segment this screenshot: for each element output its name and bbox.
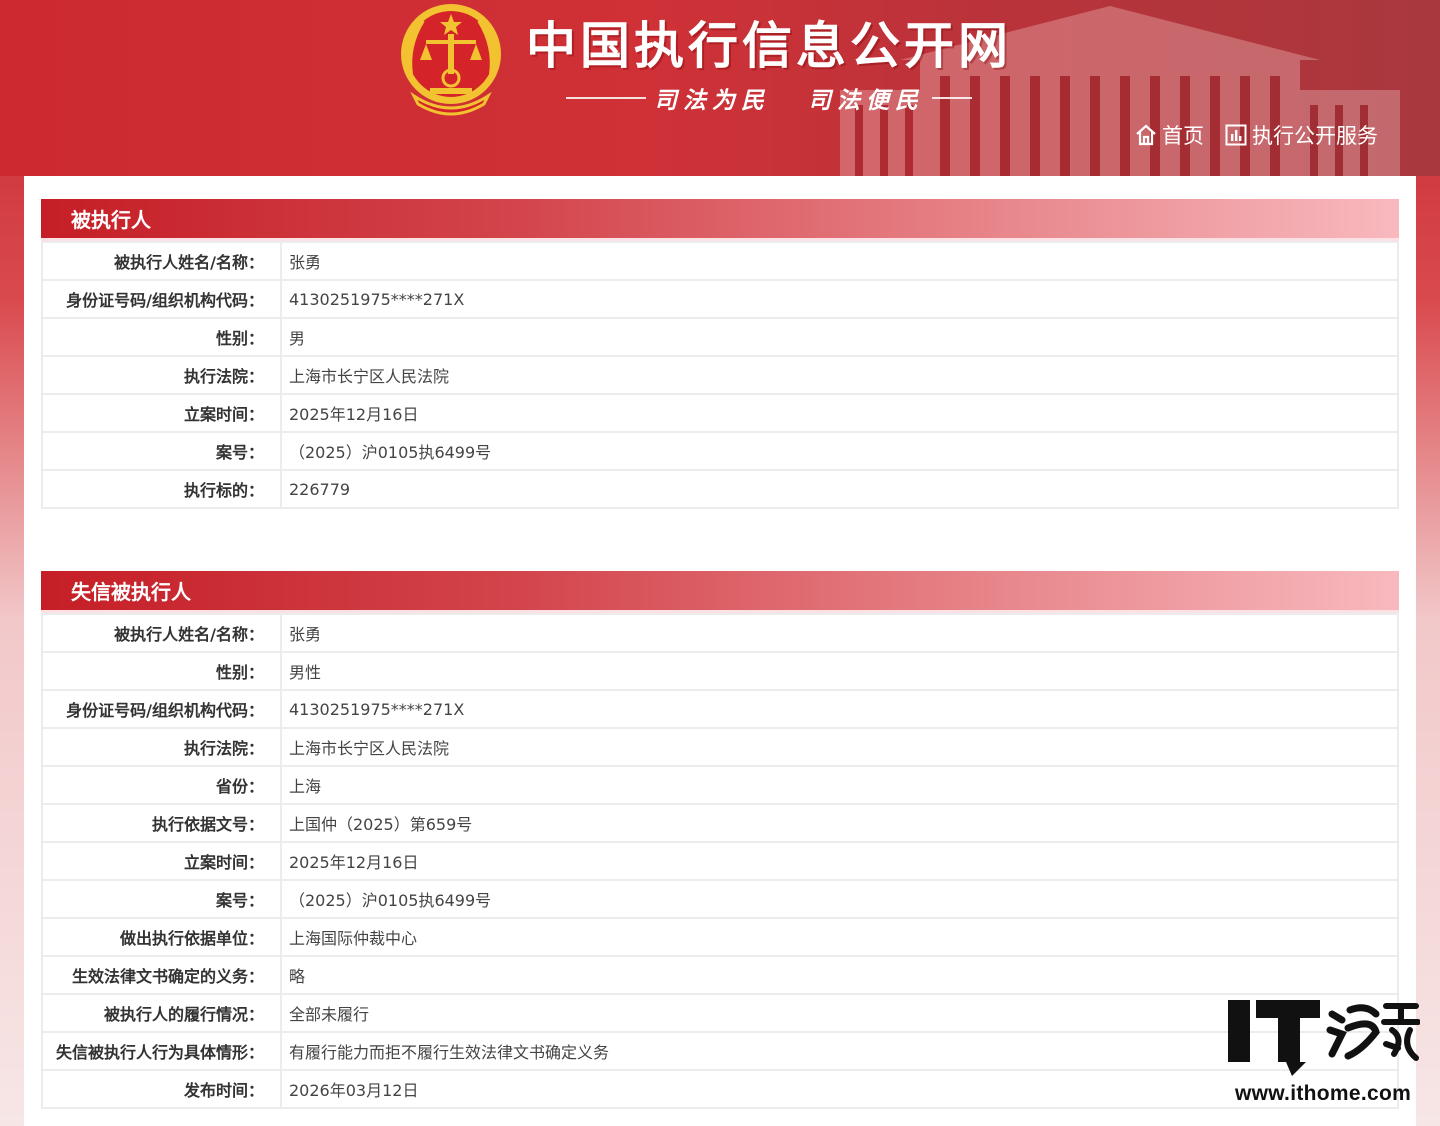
row-value: 2025年12月16日 xyxy=(281,842,1398,881)
table-row: 案号： （2025）沪0105执6499号 xyxy=(42,432,1398,471)
table-row: 被执行人的履行情况： 全部未履行 xyxy=(42,994,1398,1033)
row-label: 立案时间： xyxy=(42,842,282,881)
row-value: 略 xyxy=(281,956,1398,995)
row-value: 男 xyxy=(281,318,1398,357)
row-value: 男性 xyxy=(281,652,1398,691)
ithome-url: www.ithome.com xyxy=(1234,1082,1412,1105)
row-label: 执行法院： xyxy=(42,728,282,767)
top-nav: 首页 执行公开服务 xyxy=(1134,118,1378,152)
row-value: 张勇 xyxy=(281,614,1398,653)
row-value: 上国仲（2025）第659号 xyxy=(281,804,1398,843)
table-row: 失信被执行人行为具体情形： 有履行能力而拒不履行生效法律文书确定义务 xyxy=(42,1032,1398,1071)
row-value: 上海市长宁区人民法院 xyxy=(281,356,1398,395)
section-title: 被执行人 xyxy=(41,199,1399,241)
ithome-logo-icon xyxy=(1228,1000,1420,1076)
table-row: 立案时间： 2025年12月16日 xyxy=(42,842,1398,881)
table-row: 立案时间： 2025年12月16日 xyxy=(42,394,1398,433)
row-value: （2025）沪0105执6499号 xyxy=(281,432,1398,471)
table-row: 执行标的： 226779 xyxy=(42,470,1398,508)
row-value: 2025年12月16日 xyxy=(281,394,1398,433)
table-row: 案号： （2025）沪0105执6499号 xyxy=(42,880,1398,919)
row-label: 被执行人姓名/名称： xyxy=(42,242,282,281)
row-label: 执行标的： xyxy=(42,470,282,508)
table-row: 执行法院： 上海市长宁区人民法院 xyxy=(42,728,1398,767)
table-row: 性别：男 xyxy=(42,318,1398,357)
section-title: 失信被执行人 xyxy=(41,571,1399,613)
site-header: 中国执行信息公开网 司法为民 司法便民 首页 执行公开服务 xyxy=(0,0,1440,176)
row-label: 发布时间： xyxy=(42,1070,282,1108)
table-row: 省份： 上海 xyxy=(42,766,1398,805)
section-dishonest-debtor: 失信被执行人 被执行人姓名/名称： 张勇 性别： 男性 身份证号码/组织机构代码： 4… xyxy=(41,571,1399,1109)
nav-home-label: 首页 xyxy=(1162,124,1204,148)
content-panel: 被执行人 被执行人姓名/名称： 张勇 身份证号码/组织机构代码： 413025197… xyxy=(24,176,1416,1126)
table-row: 性别： 男性 xyxy=(42,652,1398,691)
row-label: 性别： xyxy=(42,318,282,357)
info-table: 被执行人姓名/名称： 张勇 身份证号码/组织机构代码： 4130251975****… xyxy=(41,241,1399,509)
row-label: 执行法院： xyxy=(42,356,282,395)
table-row: 执行法院： 上海市长宁区人民法院 xyxy=(42,356,1398,395)
table-row: 执行依据文号： 上国仲（2025）第659号 xyxy=(42,804,1398,843)
row-label: 被执行人姓名/名称： xyxy=(42,614,282,653)
ithome-watermark: www.ithome.com xyxy=(1226,996,1420,1114)
table-row: 身份证号码/组织机构代码： 4130251975****271X xyxy=(42,690,1398,729)
slogan-divider xyxy=(566,97,646,99)
row-label: 做出执行依据单位： xyxy=(42,918,282,957)
table-row: 被执行人姓名/名称： 张勇 xyxy=(42,242,1398,281)
row-value: 226779 xyxy=(289,479,351,499)
row-label: 失信被执行人行为具体情形： xyxy=(42,1032,282,1071)
nav-execution-service-label: 执行公开服务 xyxy=(1252,124,1378,148)
row-label: 身份证号码/组织机构代码： xyxy=(42,690,282,729)
row-label: 立案时间： xyxy=(42,394,282,433)
table-row: 生效法律文书确定的义务：略 xyxy=(42,956,1398,995)
row-label: 生效法律文书确定的义务： xyxy=(42,956,282,995)
row-value: 上海市长宁区人民法院 xyxy=(281,728,1398,767)
row-label: 案号： xyxy=(42,432,282,471)
court-emblem-icon xyxy=(401,4,501,116)
row-value: 张勇 xyxy=(281,242,1398,281)
slogan-row: 司法为民 司法便民 xyxy=(566,82,972,114)
table-row: 发布时间： 2026年03月12日 xyxy=(42,1070,1398,1108)
home-icon xyxy=(1136,124,1156,146)
table-row: 做出执行依据单位： 上海国际仲裁中心 xyxy=(42,918,1398,957)
row-label: 被执行人的履行情况： xyxy=(42,994,282,1033)
row-value: 上海 xyxy=(281,766,1398,805)
info-table: 被执行人姓名/名称： 张勇 性别： 男性 身份证号码/组织机构代码： 41302519… xyxy=(41,613,1399,1109)
site-title: 中国执行信息公开网 xyxy=(526,16,1012,75)
row-label: 性别： xyxy=(42,652,282,691)
section-judgment-debtor: 被执行人 被执行人姓名/名称： 张勇 身份证号码/组织机构代码： 413025197… xyxy=(41,199,1399,509)
row-value: 上海国际仲裁中心 xyxy=(281,918,1398,957)
row-value: （2025）沪0105执6499号 xyxy=(281,880,1398,919)
row-value: 4130251975****271X xyxy=(281,690,1398,729)
row-value: 4130251975****271X xyxy=(281,280,1398,319)
row-label: 身份证号码/组织机构代码： xyxy=(42,280,282,319)
table-row: 身份证号码/组织机构代码： 4130251975****271X xyxy=(42,280,1398,319)
nav-execution-service[interactable]: 执行公开服务 xyxy=(1224,120,1378,150)
table-row: 被执行人姓名/名称： 张勇 xyxy=(42,614,1398,653)
chart-icon xyxy=(1225,124,1247,146)
slogan-2: 司法便民 xyxy=(808,87,924,114)
slogan-divider xyxy=(932,97,972,99)
row-label: 省份： xyxy=(42,766,282,805)
nav-home[interactable]: 首页 xyxy=(1134,120,1204,150)
slogan-1: 司法为民 xyxy=(654,87,770,114)
row-label: 执行依据文号： xyxy=(42,804,282,843)
row-label: 案号： xyxy=(42,880,282,919)
